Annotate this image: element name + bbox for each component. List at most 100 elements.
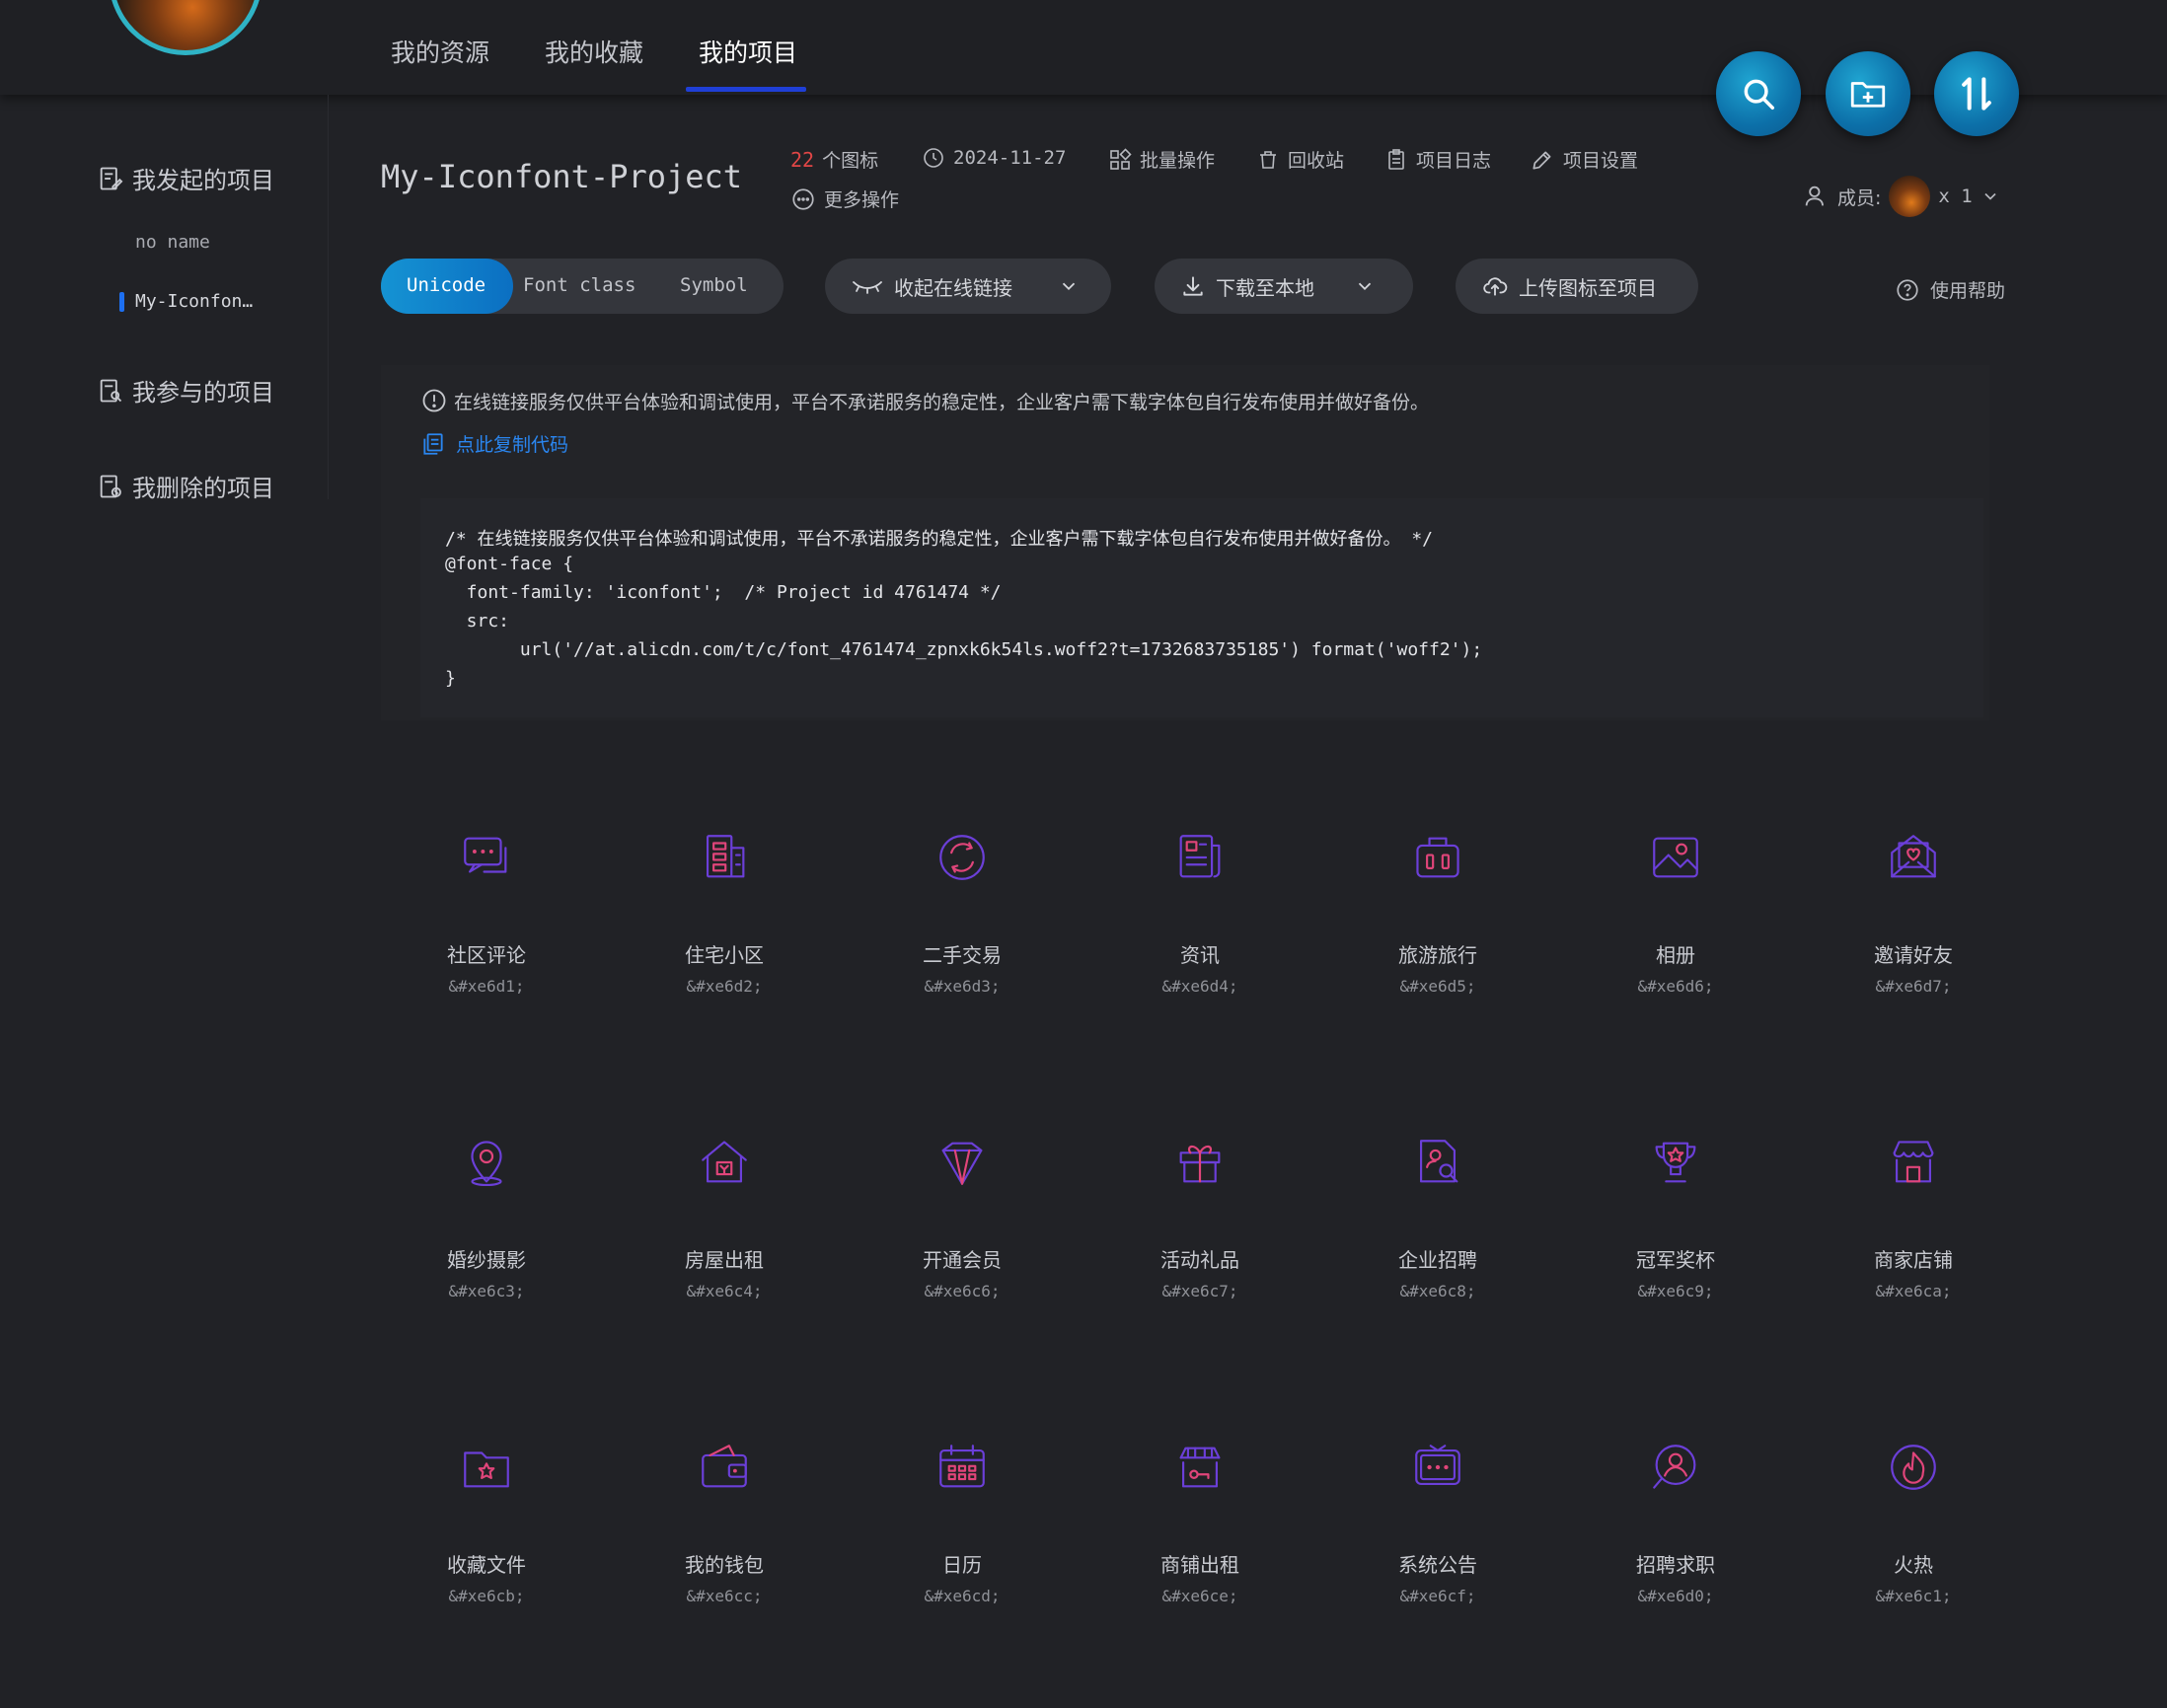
notice: 在线链接服务仅供平台体验和调试使用，平台不承诺服务的稳定性，企业客户需下载字体包… xyxy=(420,387,1429,414)
chevron-down-icon xyxy=(1984,192,1996,200)
copy-code-label: 点此复制代码 xyxy=(456,434,569,456)
icon-card[interactable]: 房屋出租 &#xe6c4; xyxy=(616,1134,833,1351)
icon-name: 相册 xyxy=(1656,943,1695,967)
help-link[interactable]: 使用帮助 xyxy=(1895,276,2005,303)
icon-card[interactable]: 收藏文件 &#xe6cb; xyxy=(378,1439,595,1656)
sidebar-item-my-created[interactable]: 我发起的项目 xyxy=(97,161,274,195)
download-button[interactable]: 下载至本地 xyxy=(1155,259,1413,314)
segment-unicode[interactable]: Unicode xyxy=(407,274,486,296)
icon-card[interactable]: 日历 &#xe6cd; xyxy=(854,1439,1071,1656)
notice-text: 在线链接服务仅供平台体验和调试使用，平台不承诺服务的稳定性，企业客户需下载字体包… xyxy=(454,391,1430,413)
location-icon xyxy=(471,1141,502,1187)
icon-card[interactable]: 火热 &#xe6c1; xyxy=(1805,1439,2022,1656)
icon-card[interactable]: 相册 &#xe6d6; xyxy=(1567,829,1784,1046)
icon-code: &#xe6c1; xyxy=(1875,1587,1952,1605)
project-settings-button[interactable]: 项目设置 xyxy=(1530,146,1638,173)
store-rent-icon xyxy=(1179,1447,1221,1488)
icon-code: &#xe6d7; xyxy=(1875,977,1952,996)
sidebar-item-deleted[interactable]: 我删除的项目 xyxy=(97,469,274,503)
upload-label: 上传图标至项目 xyxy=(1519,275,1657,300)
icon-code: &#xe6c3; xyxy=(448,1282,525,1300)
action-label: 更多操作 xyxy=(824,189,900,211)
help-label: 使用帮助 xyxy=(1930,280,2006,302)
icon-count: 22 个图标 xyxy=(790,146,878,173)
more-actions-button[interactable]: 更多操作 xyxy=(790,186,899,212)
icon-name: 社区评论 xyxy=(447,943,526,967)
icon-name: 系统公告 xyxy=(1398,1553,1477,1577)
icon-card[interactable]: 社区评论 &#xe6d1; xyxy=(378,829,595,1046)
segment-font-class[interactable]: Font class xyxy=(523,274,635,296)
gift-icon xyxy=(1179,1145,1221,1183)
tab-my-resources[interactable]: 我的资源 xyxy=(391,34,489,69)
tab-my-favorites[interactable]: 我的收藏 xyxy=(545,34,643,69)
search-button[interactable] xyxy=(1716,51,1801,136)
icon-card[interactable]: 系统公告 &#xe6cf; xyxy=(1329,1439,1546,1656)
icon-card[interactable]: 商铺出租 &#xe6ce; xyxy=(1091,1439,1308,1656)
icon-name: 开通会员 xyxy=(923,1248,1002,1272)
icon-name: 二手交易 xyxy=(923,943,1002,967)
action-label: 项目日志 xyxy=(1416,150,1492,172)
icon-name: 房屋出租 xyxy=(685,1248,764,1272)
project-log-button[interactable]: 项目日志 xyxy=(1384,146,1491,173)
batch-action-button[interactable]: 批量操作 xyxy=(1108,146,1215,173)
icon-card[interactable]: 活动礼品 &#xe6c7; xyxy=(1091,1134,1308,1351)
icon-card[interactable]: 二手交易 &#xe6d3; xyxy=(854,829,1071,1046)
icon-card[interactable]: 开通会员 &#xe6c6; xyxy=(854,1134,1071,1351)
icon-card[interactable]: 旅游旅行 &#xe6d5; xyxy=(1329,829,1546,1046)
upload-button[interactable]: 上传图标至项目 xyxy=(1456,259,1698,314)
recycle-bin-button[interactable]: 回收站 xyxy=(1256,146,1344,173)
sidebar-project-active[interactable]: My-Iconfon… xyxy=(135,291,253,312)
document-search-icon xyxy=(100,379,122,402)
segment-symbol[interactable]: Symbol xyxy=(680,274,748,296)
edit-icon xyxy=(1532,151,1551,170)
members-selector[interactable]: 成员: x 1 xyxy=(1802,176,2000,217)
icon-card[interactable]: 住宅小区 &#xe6d2; xyxy=(616,829,833,1046)
code-line: @font-face { xyxy=(445,554,574,574)
code-line: } xyxy=(445,668,456,689)
icon-name: 企业招聘 xyxy=(1398,1248,1477,1272)
sort-icon xyxy=(1962,77,1991,111)
tab-my-projects[interactable]: 我的项目 xyxy=(699,34,797,69)
trophy-icon xyxy=(1655,1142,1696,1183)
building-icon xyxy=(706,835,745,878)
icon-card[interactable]: 冠军奖杯 &#xe6c9; xyxy=(1567,1134,1784,1351)
collapse-link-label: 收起在线链接 xyxy=(894,275,1012,300)
icon-card[interactable]: 资讯 &#xe6d4; xyxy=(1091,829,1308,1046)
icon-code: &#xe6d0; xyxy=(1637,1587,1714,1605)
shop-icon xyxy=(1893,1141,1934,1183)
copy-code-link[interactable]: 点此复制代码 xyxy=(420,430,568,457)
avatar[interactable] xyxy=(109,0,262,55)
sidebar-item-participated[interactable]: 我参与的项目 xyxy=(97,373,274,408)
user-icon xyxy=(1805,186,1824,206)
download-label: 下载至本地 xyxy=(1216,275,1314,300)
active-tab-indicator xyxy=(686,87,806,92)
icon-card[interactable]: 我的钱包 &#xe6cc; xyxy=(616,1439,833,1656)
collapse-link-button[interactable]: 收起在线链接 xyxy=(825,259,1111,314)
exchange-icon xyxy=(939,835,985,880)
icon-code: &#xe6d4; xyxy=(1161,977,1238,996)
clock-icon xyxy=(924,148,943,168)
icon-name: 我的钱包 xyxy=(685,1553,764,1577)
sidebar-project-no-name[interactable]: no name xyxy=(135,232,210,253)
icon-name: 日历 xyxy=(942,1553,982,1577)
new-folder-button[interactable] xyxy=(1826,51,1910,136)
notice-icon xyxy=(1415,1445,1460,1486)
icon-card[interactable]: 婚纱摄影 &#xe6c3; xyxy=(378,1134,595,1351)
document-delete-icon xyxy=(100,475,121,497)
icon-card[interactable]: 商家店铺 &#xe6ca; xyxy=(1805,1134,2022,1351)
icon-code: &#xe6cd; xyxy=(924,1587,1001,1605)
icon-card[interactable]: 邀请好友 &#xe6d7; xyxy=(1805,829,2022,1046)
icon-name: 婚纱摄影 xyxy=(447,1248,526,1272)
chevron-down-icon xyxy=(1062,282,1076,291)
icon-card[interactable]: 企业招聘 &#xe6c8; xyxy=(1329,1134,1546,1351)
calendar-icon xyxy=(939,1445,985,1488)
icon-card[interactable]: 招聘求职 &#xe6d0; xyxy=(1567,1439,1784,1656)
copy-icon xyxy=(423,432,443,455)
folder-star-icon xyxy=(464,1451,509,1488)
sidebar-item-label: 我参与的项目 xyxy=(132,379,274,407)
icon-code: &#xe6d2; xyxy=(686,977,763,996)
sort-button[interactable] xyxy=(1934,51,2019,136)
diamond-icon xyxy=(941,1142,983,1185)
icon-code: &#xe6c6; xyxy=(924,1282,1001,1300)
icon-code: &#xe6c7; xyxy=(1161,1282,1238,1300)
